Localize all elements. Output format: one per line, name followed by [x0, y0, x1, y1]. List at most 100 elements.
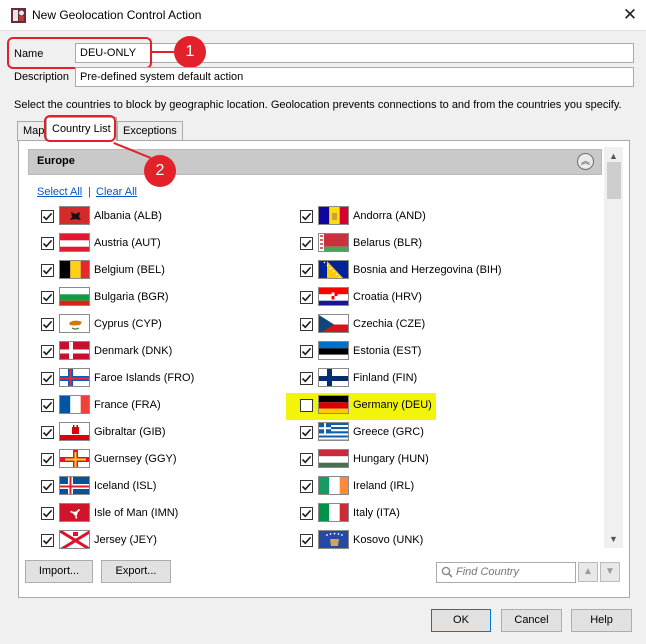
- window-title: New Geolocation Control Action: [32, 8, 202, 22]
- france-flag-icon: [59, 395, 90, 414]
- gibraltar-flag-icon: [59, 422, 90, 441]
- description-field[interactable]: Pre-defined system default action: [75, 67, 634, 87]
- export-button[interactable]: Export...: [101, 560, 171, 583]
- checkbox-finland[interactable]: [300, 372, 313, 385]
- cyprus-flag-icon: [59, 314, 90, 333]
- austria-flag-icon: [59, 233, 90, 252]
- bulgaria-flag-icon: [59, 287, 90, 306]
- checkbox-iceland[interactable]: [41, 480, 54, 493]
- checkbox-croatia[interactable]: [300, 291, 313, 304]
- country-name: Hungary (HUN): [353, 453, 429, 465]
- checkbox-bulgaria[interactable]: [41, 291, 54, 304]
- albania-flag-icon: [59, 206, 90, 225]
- country-name: Guernsey (GGY): [94, 453, 177, 465]
- close-icon[interactable]: ✕: [618, 3, 642, 27]
- scroll-thumb[interactable]: [607, 162, 621, 199]
- country-name: Greece (GRC): [353, 426, 424, 438]
- country-name: Kosovo (UNK): [353, 534, 424, 546]
- description-label: Description: [14, 71, 70, 83]
- country-name: Croatia (HRV): [353, 291, 422, 303]
- country-name: Andorra (AND): [353, 210, 426, 222]
- checkbox-estonia[interactable]: [300, 345, 313, 358]
- tab-exceptions[interactable]: Exceptions: [117, 121, 183, 141]
- checkbox-andorra[interactable]: [300, 210, 313, 223]
- checkbox-kosovo[interactable]: [300, 534, 313, 547]
- andorra-flag-icon: [318, 206, 349, 225]
- import-button[interactable]: Import...: [25, 560, 93, 583]
- callout-box-name: [7, 37, 152, 69]
- checkbox-ireland[interactable]: [300, 480, 313, 493]
- vertical-scrollbar[interactable]: [604, 147, 623, 548]
- scroll-up-icon[interactable]: ▲: [604, 149, 623, 163]
- czechia-flag-icon: [318, 314, 349, 333]
- search-icon: [441, 566, 453, 578]
- checkbox-albania[interactable]: [41, 210, 54, 223]
- checkbox-faroe-islands[interactable]: [41, 372, 54, 385]
- checkbox-denmark[interactable]: [41, 345, 54, 358]
- bosnia-and-herzegovina-flag-icon: [318, 260, 349, 279]
- ok-button[interactable]: OK: [431, 609, 491, 632]
- country-name: Albania (ALB): [94, 210, 162, 222]
- country-name: Germany (DEU): [353, 399, 432, 411]
- country-name: Estonia (EST): [353, 345, 422, 357]
- checkbox-belarus[interactable]: [300, 237, 313, 250]
- germany-flag-icon: [318, 395, 349, 414]
- checkbox-gibraltar[interactable]: [41, 426, 54, 439]
- checkbox-greece[interactable]: [300, 426, 313, 439]
- guernsey-flag-icon: [59, 449, 90, 468]
- kosovo-flag-icon: [318, 530, 349, 549]
- denmark-flag-icon: [59, 341, 90, 360]
- country-name: Faroe Islands (FRO): [94, 372, 195, 384]
- checkbox-bosnia-and-herzegovina[interactable]: [300, 264, 313, 277]
- callout-badge-1: 1: [174, 36, 206, 68]
- scroll-down-icon[interactable]: ▼: [604, 532, 623, 546]
- region-title: Europe: [37, 155, 75, 167]
- region-header: [28, 149, 602, 175]
- country-name: Ireland (IRL): [353, 480, 415, 492]
- double-chevron-up-icon[interactable]: ︽: [577, 153, 594, 170]
- callout-line-1: [152, 51, 174, 53]
- checkbox-guernsey[interactable]: [41, 453, 54, 466]
- checkbox-austria[interactable]: [41, 237, 54, 250]
- country-name: Bulgaria (BGR): [94, 291, 169, 303]
- country-name: Bosnia and Herzegovina (BIH): [353, 264, 502, 276]
- clear-all-link[interactable]: Clear All: [96, 186, 137, 198]
- checkbox-france[interactable]: [41, 399, 54, 412]
- jersey-flag-icon: [59, 530, 90, 549]
- cancel-button[interactable]: Cancel: [501, 609, 562, 632]
- help-button[interactable]: Help: [571, 609, 632, 632]
- belarus-flag-icon: [318, 233, 349, 252]
- checkbox-czechia[interactable]: [300, 318, 313, 331]
- iceland-flag-icon: [59, 476, 90, 495]
- isle-of-man-flag-icon: [59, 503, 90, 522]
- find-country-input[interactable]: [456, 566, 572, 578]
- country-name: Belgium (BEL): [94, 264, 165, 276]
- country-name: Belarus (BLR): [353, 237, 423, 249]
- ireland-flag-icon: [318, 476, 349, 495]
- app-icon: [11, 8, 26, 23]
- callout-box-tab: [44, 115, 116, 142]
- checkbox-belgium[interactable]: [41, 264, 54, 277]
- country-name: Cyprus (CYP): [94, 318, 162, 330]
- finland-flag-icon: [318, 368, 349, 387]
- country-name: Austria (AUT): [94, 237, 161, 249]
- name-field[interactable]: DEU-ONLY: [75, 43, 634, 63]
- faroe-islands-flag-icon: [59, 368, 90, 387]
- country-name: Isle of Man (IMN): [94, 507, 179, 519]
- greece-flag-icon: [318, 422, 349, 441]
- checkbox-hungary[interactable]: [300, 453, 313, 466]
- italy-flag-icon: [318, 503, 349, 522]
- country-name: Denmark (DNK): [94, 345, 173, 357]
- country-name: France (FRA): [94, 399, 161, 411]
- select-all-link[interactable]: Select All: [37, 186, 82, 198]
- find-next-icon[interactable]: ▼: [600, 562, 620, 582]
- country-name: Czechia (CZE): [353, 318, 426, 330]
- find-previous-icon[interactable]: ▲: [578, 562, 598, 582]
- checkbox-italy[interactable]: [300, 507, 313, 520]
- hungary-flag-icon: [318, 449, 349, 468]
- checkbox-cyprus[interactable]: [41, 318, 54, 331]
- checkbox-germany[interactable]: [300, 399, 313, 412]
- instructions-text: Select the countries to block by geograp…: [14, 99, 622, 111]
- checkbox-jersey[interactable]: [41, 534, 54, 547]
- checkbox-isle-of-man[interactable]: [41, 507, 54, 520]
